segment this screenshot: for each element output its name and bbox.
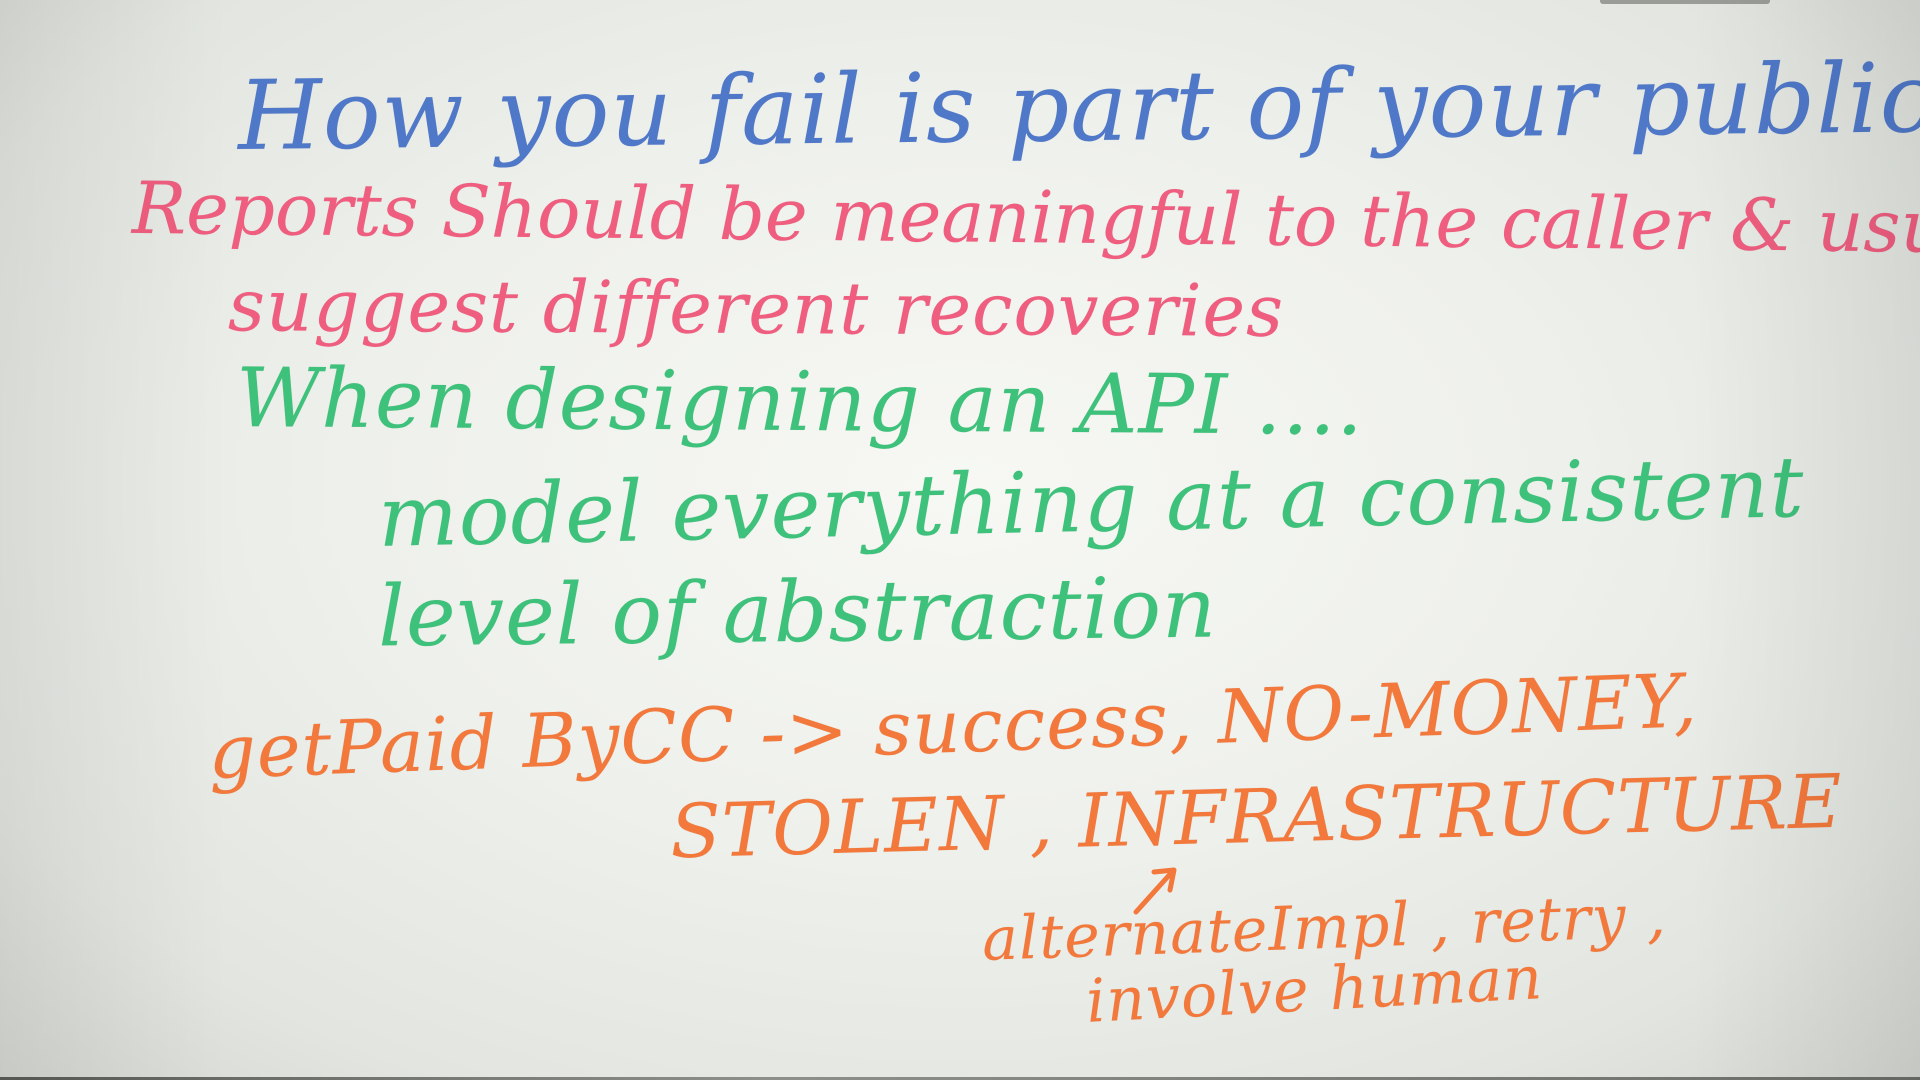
reports-line: Reports Should be meaningful to the call…	[131, 165, 1920, 271]
whiteboard: How you fail is part of your public API …	[0, 0, 1920, 1080]
whiteboard-frame-top	[1600, 0, 1770, 4]
recoveries-line: suggest different recoveries	[227, 263, 1285, 353]
heading-line: How you fail is part of your public API	[237, 40, 1920, 172]
model-line: model everything at a consistent	[377, 438, 1806, 566]
abstraction-line: level of abstraction	[377, 558, 1218, 666]
stolen-line: STOLEN , INFRASTRUCTURE	[669, 758, 1844, 876]
designing-line: When designing an API ....	[235, 351, 1364, 454]
